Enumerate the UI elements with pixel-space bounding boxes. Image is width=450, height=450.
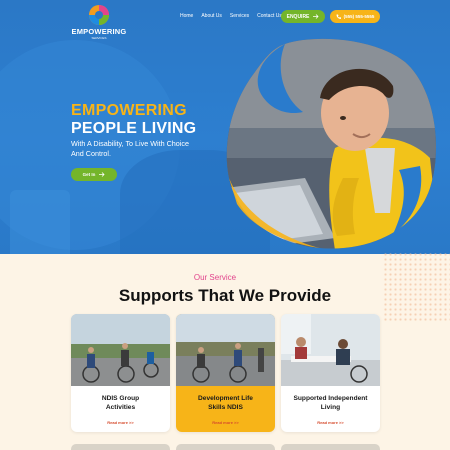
read-more-link[interactable]: Read more >> <box>281 420 380 425</box>
service-card-next-row <box>281 444 380 450</box>
read-more-link[interactable]: Read more >> <box>71 420 170 425</box>
enquire-label: ENQUIRE <box>286 13 310 20</box>
service-photo <box>176 314 275 386</box>
services-eyebrow: Our Service <box>193 273 237 282</box>
logo-mark-icon <box>89 5 109 25</box>
arrow-right-icon <box>313 14 319 19</box>
logo-subtext: SERVICES <box>91 36 107 40</box>
service-card-title: Supported Independent Living <box>293 395 368 411</box>
service-card-title: NDIS Group Activities <box>101 395 140 411</box>
hero-headline-2: PEOPLE LIVING <box>71 120 197 137</box>
service-card-next-row <box>176 444 275 450</box>
hero-description: With A Disability, To Live With Choice A… <box>71 139 189 158</box>
get-in-label: Get In <box>82 172 96 177</box>
site-logo[interactable]: EMPOWERING SERVICES <box>70 4 128 40</box>
logo-text: EMPOWERING <box>71 27 127 36</box>
service-card-life-skills[interactable]: Development Life Skills NDIS Read more >… <box>176 314 275 432</box>
read-more-link[interactable]: Read more >> <box>176 420 275 425</box>
get-in-touch-button[interactable]: Get In <box>71 168 117 181</box>
arrow-right-icon <box>99 172 105 177</box>
phone-icon <box>336 14 341 19</box>
hero-photo <box>226 38 437 249</box>
nav-contact-us[interactable]: Contact Us <box>257 13 282 19</box>
services-title: Supports That We Provide <box>118 286 332 305</box>
hero-section: EMPOWERING SERVICES Home About Us Servic… <box>0 0 450 254</box>
nav-home[interactable]: Home <box>180 13 193 19</box>
service-card-independent-living[interactable]: Supported Independent Living Read more >… <box>281 314 380 432</box>
service-photo <box>71 314 170 386</box>
phone-button[interactable]: (555) 555-5555 <box>330 10 380 23</box>
nav-services[interactable]: Services <box>230 13 249 19</box>
service-card-title: Development Life Skills NDIS <box>198 395 253 411</box>
hero-headline-1: EMPOWERING <box>71 102 187 119</box>
service-photo <box>281 314 380 386</box>
main-nav: Home About Us Services Contact Us <box>180 13 282 19</box>
enquire-button[interactable]: ENQUIRE <box>281 10 325 23</box>
phone-label: (555) 555-5555 <box>343 14 375 19</box>
nav-about-us[interactable]: About Us <box>201 13 222 19</box>
service-card-next-row <box>71 444 170 450</box>
service-card-group-activities[interactable]: NDIS Group Activities Read more >> <box>71 314 170 432</box>
